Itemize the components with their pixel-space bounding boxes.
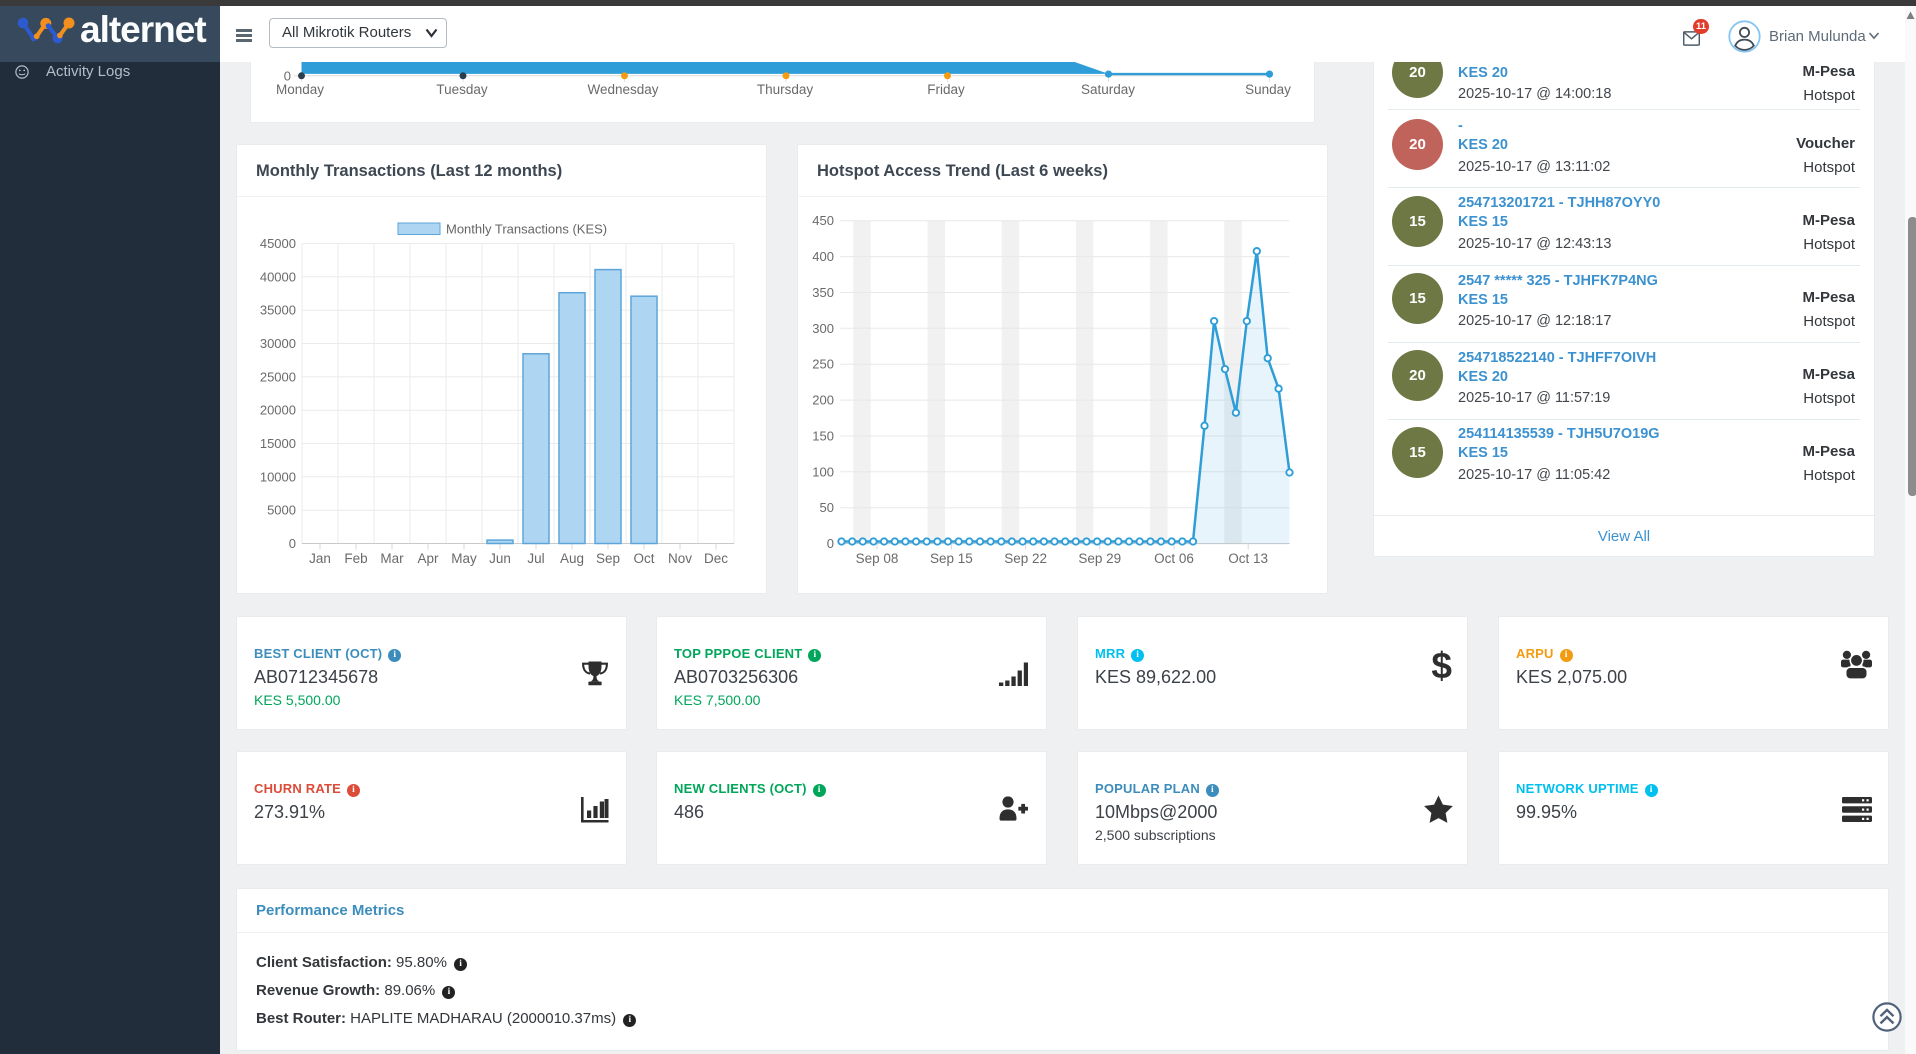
svg-text:alternet: alternet [80,9,206,50]
